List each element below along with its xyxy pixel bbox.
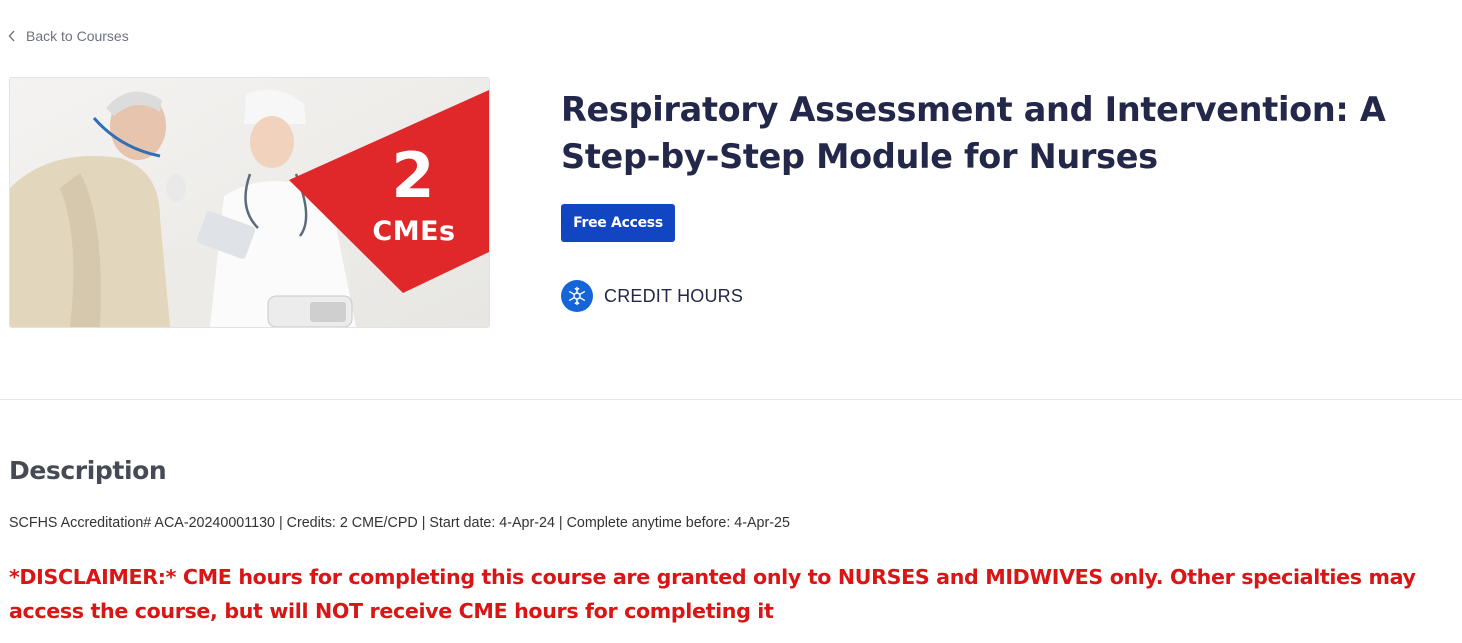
chevron-left-icon [8, 30, 15, 42]
credit-hours-label: CREDIT HOURS [604, 285, 744, 306]
description-heading: Description [9, 456, 167, 485]
course-title: Respiratory Assessment and Intervention:… [561, 90, 1386, 176]
credit-hours: CREDIT HOURS [561, 280, 743, 312]
accreditation-info: SCFHS Accreditation# ACA-20240001130 | C… [9, 515, 790, 531]
course-thumbnail: 2 CMEs [9, 77, 490, 328]
free-access-button[interactable]: Free Access [561, 204, 675, 242]
cme-label: CMEs [372, 216, 456, 247]
cme-count: 2 [391, 139, 435, 212]
back-to-courses-link[interactable]: Back to Courses [8, 26, 129, 46]
disclaimer-text: *DISCLAIMER:* CME hours for completing t… [9, 565, 1416, 623]
snowflake-badge-icon [561, 280, 593, 312]
section-divider [0, 399, 1462, 400]
back-link-label: Back to Courses [26, 28, 129, 44]
